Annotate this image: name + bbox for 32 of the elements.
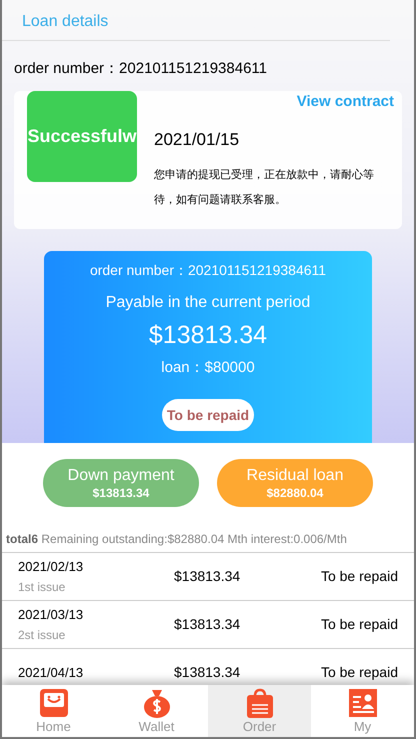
installment-amount: $13813.34 xyxy=(174,615,240,634)
total-count: total6 xyxy=(6,532,38,546)
installment-status: To be repaid xyxy=(320,567,398,586)
tab-bar-item[interactable]: Wallet xyxy=(105,685,208,737)
status-badge: Successfulw xyxy=(27,91,137,182)
summary-button[interactable]: Down payment $13813.34 xyxy=(43,459,199,507)
repay-status-button[interactable]: To be repaid xyxy=(162,399,254,431)
issue-number: 1st issue xyxy=(18,578,66,596)
loan-summary: Remaining outstanding:$82880.04 Mth interest:0.006/Mth xyxy=(41,532,347,546)
installment-status: To be repaid xyxy=(320,663,398,682)
installment-amount: $13813.34 xyxy=(174,663,240,682)
tab-bar-item[interactable]: Order xyxy=(208,685,311,737)
summary-button[interactable]: Residual loan $82880.04 xyxy=(217,459,373,507)
due-date: 2021/03/13 xyxy=(18,606,84,624)
payable-label: Payable in the current period xyxy=(106,293,310,313)
loan-amount: loan：$80000 xyxy=(161,358,255,378)
due-date: 2021/04/13 xyxy=(18,664,84,682)
profile-card-icon xyxy=(346,687,378,719)
tab-bar-item[interactable]: My xyxy=(311,685,414,737)
page-title: Loan details xyxy=(22,13,108,30)
view-contract-link[interactable]: View contract xyxy=(296,91,394,114)
tab-bar-item[interactable]: Home xyxy=(2,685,105,737)
status-date: 2021/01/15 xyxy=(154,129,240,151)
installment-amount: $13813.34 xyxy=(174,567,240,586)
order-number: order number：202101151219384611 xyxy=(90,261,326,280)
due-date: 2021/02/13 xyxy=(18,558,84,576)
status-message: 您申请的提现已受理，正在放款中，请耐心等待，如有问题请联系客服。 xyxy=(154,168,375,208)
payable-amount: $13813.34 xyxy=(148,320,268,351)
issue-number: 2st issue xyxy=(18,626,66,644)
order-number: order number：202101151219384611 xyxy=(14,60,267,77)
home-icon xyxy=(38,687,70,719)
installment-status: To be repaid xyxy=(320,615,398,634)
